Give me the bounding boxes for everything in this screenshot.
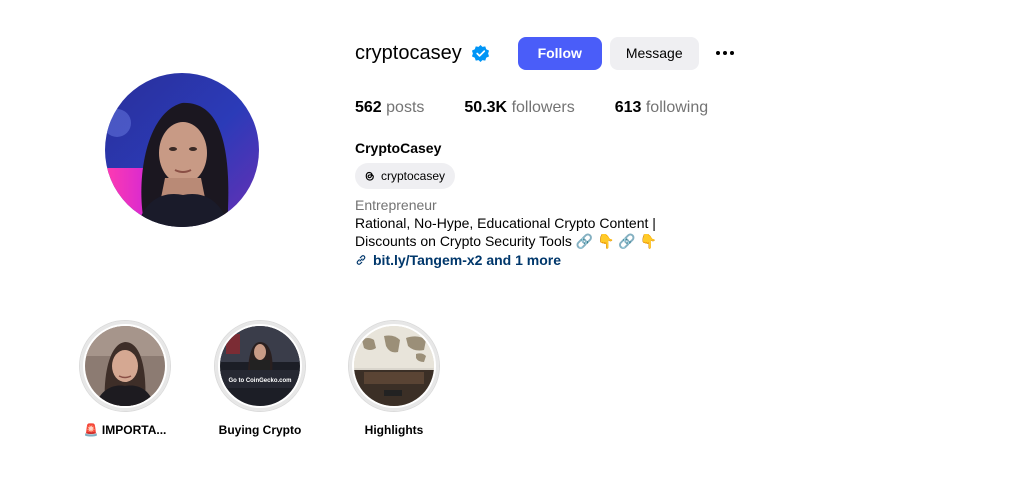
threads-link[interactable]: cryptocasey xyxy=(355,163,456,189)
highlight-ring xyxy=(348,320,440,412)
followers-count: 50.3K xyxy=(464,99,508,116)
highlight-ring: Go to CoinGecko.com xyxy=(214,320,306,412)
followers-stat[interactable]: 50.3K followers xyxy=(464,99,574,117)
username: cryptocasey xyxy=(355,41,462,64)
avatar-image xyxy=(105,73,259,227)
story-highlight[interactable]: 🚨 IMPORTA... xyxy=(79,320,171,437)
posts-stat: 562 posts xyxy=(355,99,424,117)
profile-header: cryptocasey Follow Message xyxy=(355,36,737,70)
threads-icon xyxy=(365,171,374,181)
highlight-thumbnail xyxy=(85,326,165,406)
message-button[interactable]: Message xyxy=(609,36,699,70)
full-name: CryptoCasey xyxy=(355,140,442,156)
story-highlight[interactable]: Go to CoinGecko.com Buying Crypto xyxy=(214,320,306,437)
verified-badge-icon xyxy=(471,44,490,63)
threads-handle: cryptocasey xyxy=(381,169,446,183)
thumb-caption: Go to CoinGecko.com xyxy=(228,378,291,384)
posts-label: posts xyxy=(386,99,425,116)
highlight-thumbnail: Go to CoinGecko.com xyxy=(220,326,300,406)
following-stat[interactable]: 613 following xyxy=(615,99,708,117)
posts-count: 562 xyxy=(355,99,382,116)
highlight-label: Highlights xyxy=(364,423,424,437)
highlight-label: 🚨 IMPORTA... xyxy=(83,423,167,437)
story-highlight[interactable]: Highlights xyxy=(348,320,440,437)
followers-label: followers xyxy=(511,99,575,116)
profile-avatar[interactable] xyxy=(105,73,259,227)
following-count: 613 xyxy=(614,99,642,116)
profile-stats: 562 posts 50.3K followers 613 following xyxy=(355,99,748,117)
link-text: bit.ly/Tangem-x2 and 1 more xyxy=(373,252,562,268)
profile-category: Entrepreneur xyxy=(355,197,437,213)
bio-line: Discounts on Crypto Security Tools 🔗 👇 🔗… xyxy=(355,233,658,249)
follow-button[interactable]: Follow xyxy=(517,36,602,70)
more-options-icon[interactable] xyxy=(713,41,737,65)
highlight-ring xyxy=(79,320,171,412)
external-link[interactable]: bit.ly/Tangem-x2 and 1 more xyxy=(355,252,561,268)
following-label: following xyxy=(645,99,709,116)
link-icon xyxy=(356,255,366,265)
highlight-label: Buying Crypto xyxy=(218,423,302,437)
bio-line: Rational, No-Hype, Educational Crypto Co… xyxy=(355,215,656,231)
highlight-thumbnail xyxy=(354,326,434,406)
